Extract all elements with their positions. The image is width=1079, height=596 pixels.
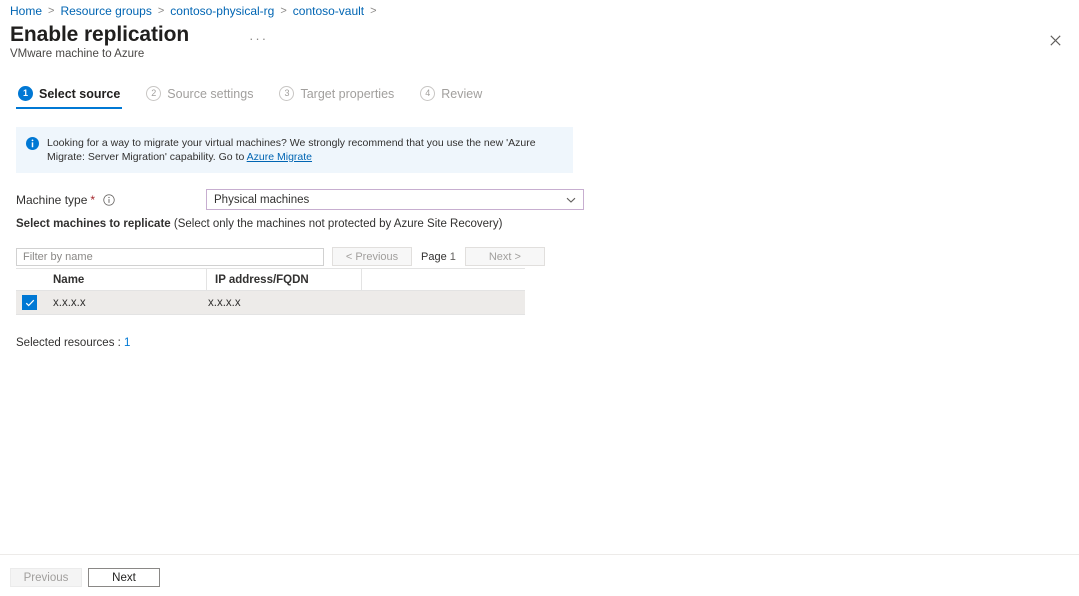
- more-options-icon[interactable]: ···: [245, 32, 272, 46]
- machine-type-field: Machine type * Physical machines: [16, 189, 584, 210]
- filter-by-name-input[interactable]: [16, 247, 324, 266]
- page-subtitle: VMware machine to Azure: [10, 48, 145, 60]
- select-machines-heading-bold: Select machines to replicate: [16, 218, 171, 230]
- row-checkbox-cell[interactable]: [16, 295, 46, 310]
- breadcrumb-item-resource-groups[interactable]: Resource groups: [60, 4, 151, 18]
- row-checkbox[interactable]: [22, 295, 37, 310]
- column-header-ip-address[interactable]: IP address/FQDN: [206, 269, 361, 290]
- tab-label: Review: [441, 86, 483, 101]
- tab-source-settings[interactable]: 2 Source settings: [144, 86, 255, 109]
- page-number: 1: [449, 250, 456, 263]
- machines-table: Name IP address/FQDN x.x.x.x x.x.x.x: [16, 268, 525, 315]
- step-number-badge: 3: [279, 86, 295, 101]
- tab-label: Target properties: [300, 86, 395, 101]
- tab-review[interactable]: 4 Review: [418, 86, 484, 109]
- page-indicator: Page 1: [421, 251, 456, 263]
- row-cell-spacer: [361, 291, 525, 314]
- checkmark-icon: [25, 299, 34, 306]
- page-header: Enable replication ···: [10, 22, 272, 48]
- breadcrumb-item-contoso-physical-rg[interactable]: contoso-physical-rg: [170, 4, 274, 18]
- table-toolbar: < Previous Page 1 Next >: [16, 247, 545, 266]
- step-number-badge: 2: [146, 86, 162, 101]
- tab-target-properties[interactable]: 3 Target properties: [277, 86, 396, 109]
- info-banner-text: Looking for a way to migrate your virtua…: [47, 136, 563, 164]
- selected-resources: Selected resources : 1: [16, 337, 130, 349]
- close-button[interactable]: [1041, 26, 1069, 54]
- machine-type-label-text: Machine type: [16, 192, 88, 207]
- tab-label: Select source: [39, 86, 121, 101]
- previous-button[interactable]: Previous: [10, 568, 82, 587]
- wizard-steps: 1 Select source 2 Source settings 3 Targ…: [16, 86, 484, 109]
- table-header-row: Name IP address/FQDN: [16, 269, 525, 291]
- breadcrumb-item-contoso-vault[interactable]: contoso-vault: [293, 4, 364, 18]
- machine-type-label: Machine type *: [16, 193, 206, 207]
- machine-type-dropdown[interactable]: Physical machines: [206, 189, 584, 210]
- column-header-spacer: [361, 269, 525, 290]
- next-button[interactable]: Next: [88, 568, 160, 587]
- info-banner: Looking for a way to migrate your virtua…: [16, 127, 573, 173]
- select-machines-heading-note: (Select only the machines not protected …: [170, 218, 503, 230]
- table-row[interactable]: x.x.x.x x.x.x.x: [16, 291, 525, 314]
- selected-resources-label: Selected resources :: [16, 337, 121, 349]
- step-number-badge: 4: [420, 86, 436, 101]
- azure-migrate-link[interactable]: Azure Migrate: [247, 151, 312, 163]
- machine-type-info-icon[interactable]: [103, 193, 115, 206]
- close-icon: [1049, 34, 1061, 46]
- step-number-badge: 1: [18, 86, 33, 101]
- breadcrumb-separator: >: [157, 5, 165, 17]
- previous-page-button[interactable]: < Previous: [332, 247, 412, 266]
- info-icon: [26, 137, 39, 150]
- info-circle-icon: [103, 193, 115, 206]
- row-cell-name: x.x.x.x: [53, 296, 86, 309]
- breadcrumb-separator: >: [280, 5, 287, 17]
- chevron-down-icon: [565, 194, 577, 206]
- tab-label: Source settings: [167, 86, 254, 101]
- select-machines-heading: Select machines to replicate (Select onl…: [16, 218, 502, 230]
- column-header-name[interactable]: Name: [46, 274, 206, 286]
- tab-select-source[interactable]: 1 Select source: [16, 86, 123, 109]
- machine-type-selected-value: Physical machines: [214, 193, 310, 206]
- selected-resources-count: 1: [124, 337, 131, 349]
- footer-actions: Previous Next: [10, 568, 160, 587]
- page-label: Page: [421, 250, 447, 263]
- breadcrumb-separator: >: [48, 5, 55, 17]
- required-marker: *: [90, 192, 96, 207]
- row-cell-ip: x.x.x.x: [208, 296, 241, 309]
- breadcrumb-separator-trailing: >: [370, 5, 377, 17]
- page-title: Enable replication: [10, 23, 190, 46]
- breadcrumb-item-home[interactable]: Home: [10, 4, 42, 18]
- breadcrumb: Home > Resource groups > contoso-physica…: [10, 3, 383, 19]
- next-page-button[interactable]: Next >: [464, 247, 545, 266]
- footer-divider: [0, 554, 1079, 555]
